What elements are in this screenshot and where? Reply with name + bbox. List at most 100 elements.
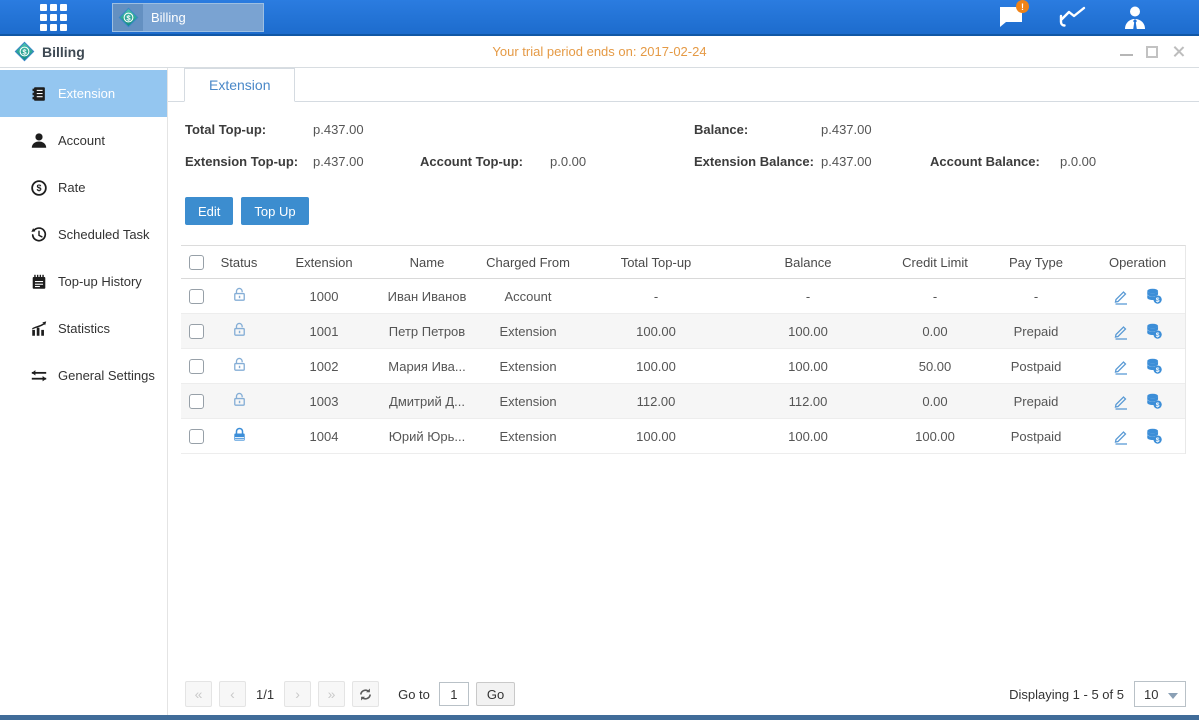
cell-pay-type: Postpaid xyxy=(983,429,1089,444)
svg-text:$: $ xyxy=(1156,367,1160,374)
minimize-button[interactable] xyxy=(1119,45,1133,59)
top-up-row-button[interactable]: $ xyxy=(1145,427,1163,445)
person-icon xyxy=(1122,5,1148,30)
screen: $ Billing ! xyxy=(0,0,1199,720)
row-checkbox[interactable] xyxy=(189,359,204,374)
tab-bar: Extension xyxy=(168,68,1199,102)
cell-balance: 100.00 xyxy=(729,429,887,444)
top-up-button[interactable]: Top Up xyxy=(241,197,308,225)
next-page-button[interactable]: › xyxy=(284,681,311,707)
cell-balance: 100.00 xyxy=(729,359,887,374)
close-button[interactable] xyxy=(1171,45,1185,59)
prev-page-button[interactable]: ‹ xyxy=(219,681,246,707)
main-panel: Extension Total Top-up: p.437.00 Balance… xyxy=(168,68,1199,715)
lock-open-icon xyxy=(231,356,248,373)
top-up-row-button[interactable]: $ xyxy=(1145,357,1163,375)
app-menu-button[interactable] xyxy=(36,2,70,32)
pencil-icon xyxy=(1112,427,1130,445)
account-balance-label: Account Balance: xyxy=(930,154,1060,169)
cell-balance: - xyxy=(729,289,887,304)
sidebar-item-general-settings[interactable]: General Settings xyxy=(0,352,167,399)
trial-notice: Your trial period ends on: 2017-02-24 xyxy=(0,44,1199,59)
extension-balance-value: p.437.00 xyxy=(821,154,930,169)
line-chart-icon xyxy=(1059,6,1087,28)
balance-value: p.437.00 xyxy=(821,122,872,137)
top-up-row-button[interactable]: $ xyxy=(1145,287,1163,305)
go-button[interactable]: Go xyxy=(476,682,515,706)
row-checkbox[interactable] xyxy=(189,289,204,304)
pagination-right: Displaying 1 - 5 of 5 10 xyxy=(1009,681,1186,707)
goto-page-input[interactable] xyxy=(439,682,469,706)
table-row[interactable]: 1003 Дмитрий Д... Extension 112.00 112.0… xyxy=(181,384,1185,419)
page-size-select[interactable]: 10 xyxy=(1134,681,1186,707)
refresh-icon xyxy=(358,687,373,702)
chevron-down-icon xyxy=(1168,693,1178,699)
rate-icon: $ xyxy=(29,178,48,197)
cell-credit-limit: 100.00 xyxy=(887,429,983,444)
sidebar-item-statistics[interactable]: Statistics xyxy=(0,305,167,352)
maximize-button[interactable] xyxy=(1145,45,1159,59)
cell-total-topup: 112.00 xyxy=(583,394,729,409)
page-indicator: 1/1 xyxy=(256,687,274,702)
table-row[interactable]: 1001 Петр Петров Extension 100.00 100.00… xyxy=(181,314,1185,349)
sidebar-item-label: Scheduled Task xyxy=(58,227,150,242)
cell-pay-type: Postpaid xyxy=(983,359,1089,374)
general-settings-icon xyxy=(29,366,48,385)
cell-balance: 112.00 xyxy=(729,394,887,409)
row-checkbox[interactable] xyxy=(189,429,204,444)
resource-monitor-button[interactable] xyxy=(1055,2,1091,32)
balance-label: Balance: xyxy=(694,122,821,137)
sidebar-item-rate[interactable]: $ Rate xyxy=(0,164,167,211)
row-checkbox[interactable] xyxy=(189,394,204,409)
cell-name: Петр Петров xyxy=(381,324,473,339)
bottom-window-edge xyxy=(0,715,1199,720)
svg-text:$: $ xyxy=(36,183,41,193)
coins-icon: $ xyxy=(1145,357,1163,375)
topup-history-icon xyxy=(29,272,48,291)
cell-credit-limit: 50.00 xyxy=(887,359,983,374)
svg-text:$: $ xyxy=(1156,332,1160,339)
svg-text:$: $ xyxy=(1156,402,1160,409)
notifications-button[interactable]: ! xyxy=(993,2,1029,32)
top-up-row-button[interactable]: $ xyxy=(1145,392,1163,410)
scheduled-task-icon xyxy=(29,225,48,244)
row-checkbox[interactable] xyxy=(189,324,204,339)
sidebar-item-account[interactable]: Account xyxy=(0,117,167,164)
extension-topup-value: p.437.00 xyxy=(313,154,420,169)
last-page-button[interactable]: » xyxy=(318,681,345,707)
edit-row-button[interactable] xyxy=(1112,357,1130,375)
column-extension: Extension xyxy=(267,255,381,270)
edit-row-button[interactable] xyxy=(1112,392,1130,410)
table-row[interactable]: 1004 Юрий Юрь... Extension 100.00 100.00… xyxy=(181,419,1185,454)
maximize-icon xyxy=(1146,46,1158,58)
table-row[interactable]: 1000 Иван Иванов Account - - - - $ xyxy=(181,279,1185,314)
summary-row-totals: Total Top-up: p.437.00 Balance: p.437.00 xyxy=(185,122,1186,137)
edit-button[interactable]: Edit xyxy=(185,197,233,225)
edit-row-button[interactable] xyxy=(1112,322,1130,340)
cell-credit-limit: 0.00 xyxy=(887,394,983,409)
sidebar-item-scheduled-task[interactable]: Scheduled Task xyxy=(0,211,167,258)
pencil-icon xyxy=(1112,392,1130,410)
displaying-text: Displaying 1 - 5 of 5 xyxy=(1009,687,1124,702)
sidebar-item-topup-history[interactable]: Top-up History xyxy=(0,258,167,305)
coins-icon: $ xyxy=(1145,322,1163,340)
system-top-bar: $ Billing ! xyxy=(0,0,1199,36)
cell-total-topup: 100.00 xyxy=(583,324,729,339)
first-page-button[interactable]: « xyxy=(185,681,212,707)
total-topup-label: Total Top-up: xyxy=(185,122,313,137)
edit-row-button[interactable] xyxy=(1112,287,1130,305)
taskbar-billing-app[interactable]: $ Billing xyxy=(112,3,264,32)
select-all-checkbox[interactable] xyxy=(189,255,204,270)
sidebar-item-extension[interactable]: Extension xyxy=(0,70,167,117)
tab-extension[interactable]: Extension xyxy=(184,68,295,102)
cell-pay-type: - xyxy=(983,289,1089,304)
refresh-button[interactable] xyxy=(352,681,379,707)
topbar-right-icons: ! xyxy=(993,2,1153,32)
cell-name: Иван Иванов xyxy=(381,289,473,304)
lock-open-icon xyxy=(231,286,248,303)
sidebar-item-label: General Settings xyxy=(58,368,155,383)
table-row[interactable]: 1002 Мария Ива... Extension 100.00 100.0… xyxy=(181,349,1185,384)
user-menu-button[interactable] xyxy=(1117,2,1153,32)
edit-row-button[interactable] xyxy=(1112,427,1130,445)
top-up-row-button[interactable]: $ xyxy=(1145,322,1163,340)
